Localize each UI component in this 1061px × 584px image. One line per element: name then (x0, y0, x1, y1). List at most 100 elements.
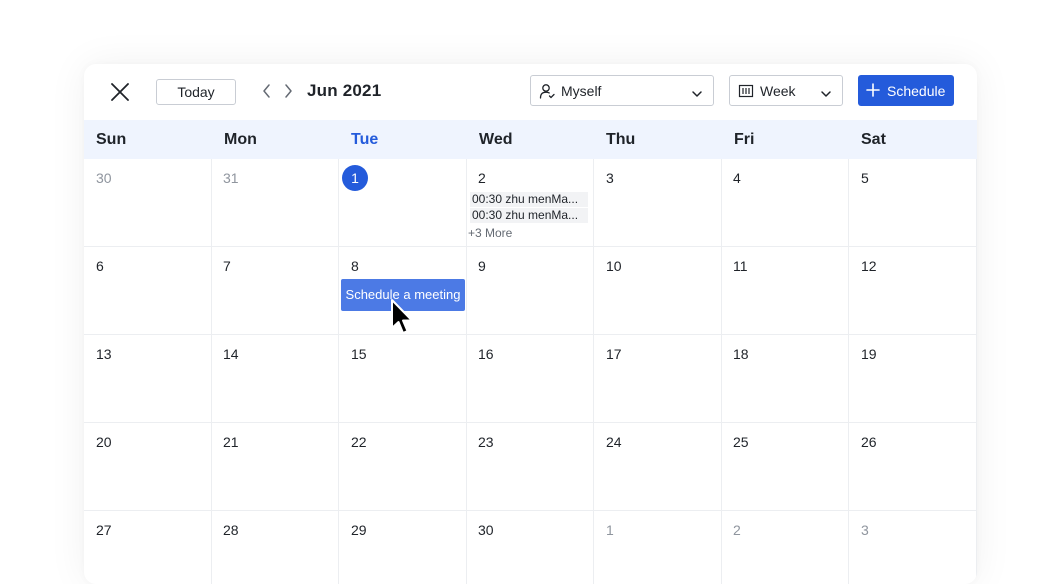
day-number: 27 (96, 522, 112, 538)
weekday-label: Sat (861, 131, 886, 148)
view-select-value: Week (760, 83, 796, 99)
day-number: 22 (351, 434, 367, 450)
day-number: 2 (478, 170, 486, 186)
day-cell[interactable]: 27 (84, 511, 212, 584)
day-cell[interactable]: 23 (466, 423, 594, 511)
today-button[interactable]: Today (156, 79, 236, 105)
day-number: 12 (861, 258, 877, 274)
day-number: 8 (351, 258, 359, 274)
view-select[interactable]: Week (729, 75, 843, 106)
chevron-left-icon[interactable] (260, 82, 274, 100)
day-number: 21 (223, 434, 239, 450)
day-cell[interactable]: 9 (466, 247, 594, 335)
day-cell[interactable]: 15 (339, 335, 467, 423)
day-number: 7 (223, 258, 231, 274)
weekday-label: Fri (734, 131, 755, 148)
day-number: 10 (606, 258, 622, 274)
day-cell[interactable]: 2 (721, 511, 849, 584)
day-cell[interactable]: 17 (594, 335, 722, 423)
day-number: 3 (606, 170, 614, 186)
weekday-header: Sun Mon Tue Wed Thu Fri Sat (84, 120, 977, 159)
day-number: 1 (606, 522, 614, 538)
chevron-down-icon (820, 86, 832, 97)
day-cell[interactable]: 30 (466, 511, 594, 584)
day-cell[interactable]: 20 (84, 423, 212, 511)
day-number: 3 (861, 522, 869, 538)
day-number: 29 (351, 522, 367, 538)
day-number: 2 (733, 522, 741, 538)
day-number: 11 (733, 258, 748, 274)
event-item[interactable]: 00:30 zhu menMa... (470, 192, 588, 207)
today-marker: 1 (342, 165, 368, 191)
day-cell[interactable]: 11 (721, 247, 849, 335)
day-number: 13 (96, 346, 112, 362)
event-item[interactable]: 00:30 zhu menMa... (470, 208, 588, 223)
day-cell[interactable]: 28 (211, 511, 339, 584)
day-cell[interactable]: 16 (466, 335, 594, 423)
day-number: 30 (478, 522, 494, 538)
day-cell[interactable]: 22 (339, 423, 467, 511)
schedule-button-label: Schedule (887, 83, 946, 99)
person-icon (539, 83, 555, 99)
day-cell[interactable]: 13 (84, 335, 212, 423)
day-number: 31 (223, 170, 239, 186)
schedule-button[interactable]: Schedule (858, 75, 954, 106)
chevron-down-icon (691, 86, 703, 97)
day-cell[interactable]: 24 (594, 423, 722, 511)
day-cell[interactable]: 4 (721, 159, 849, 247)
day-cell[interactable]: 30 (84, 159, 212, 247)
day-number: 20 (96, 434, 112, 450)
day-cell[interactable]: 19 (849, 335, 977, 423)
day-number: 28 (223, 522, 239, 538)
day-cell[interactable]: 29 (339, 511, 467, 584)
weekday-label: Sun (96, 131, 127, 148)
day-cell[interactable]: 3 (849, 511, 977, 584)
day-cell[interactable]: 10 (594, 247, 722, 335)
person-select[interactable]: Myself (530, 75, 714, 106)
day-number: 4 (733, 170, 741, 186)
day-cell[interactable]: 6 (84, 247, 212, 335)
weekday-label: Wed (479, 131, 513, 148)
weekday-label-active: Tue (351, 131, 379, 148)
calendar-panel: Today Jun 2021 Myself Week Schedule Sun … (84, 64, 977, 584)
day-number: 25 (733, 434, 749, 450)
day-number: 9 (478, 258, 486, 274)
week-view-icon (738, 83, 754, 99)
day-cell[interactable]: 12 (849, 247, 977, 335)
day-number: 24 (606, 434, 622, 450)
day-number: 23 (478, 434, 494, 450)
weekday-label: Thu (606, 131, 636, 148)
day-number: 16 (478, 346, 494, 362)
day-cell[interactable]: 18 (721, 335, 849, 423)
day-number: 19 (861, 346, 877, 362)
day-cell[interactable]: 25 (721, 423, 849, 511)
day-cell[interactable]: 1 (594, 511, 722, 584)
day-cell[interactable]: 3 (594, 159, 722, 247)
day-number: 14 (223, 346, 239, 362)
plus-icon (866, 83, 880, 97)
day-cell[interactable]: 14 (211, 335, 339, 423)
day-number: 18 (733, 346, 749, 362)
mouse-cursor-icon (390, 298, 416, 342)
app-stage: Today Jun 2021 Myself Week Schedule Sun … (0, 0, 1061, 584)
day-cell[interactable]: 21 (211, 423, 339, 511)
close-icon[interactable] (108, 80, 132, 104)
chevron-right-icon[interactable] (281, 82, 295, 100)
day-cell[interactable]: 2 00:30 zhu menMa... 00:30 zhu menMa... … (466, 159, 594, 247)
day-number: 15 (351, 346, 367, 362)
day-cell[interactable]: 26 (849, 423, 977, 511)
day-number: 6 (96, 258, 104, 274)
weekday-label: Mon (224, 131, 257, 148)
day-number: 17 (606, 346, 622, 362)
person-select-value: Myself (561, 83, 602, 99)
more-events-link[interactable]: +3 More (468, 226, 512, 240)
day-cell[interactable]: 31 (211, 159, 339, 247)
day-cell[interactable]: 7 (211, 247, 339, 335)
calendar-toolbar: Today Jun 2021 Myself Week Schedule (84, 64, 977, 120)
day-number: 30 (96, 170, 112, 186)
day-cell[interactable]: 1 (339, 159, 467, 247)
day-number: 26 (861, 434, 877, 450)
day-cell[interactable]: 5 (849, 159, 977, 247)
day-number: 5 (861, 170, 869, 186)
month-grid: 30 31 1 2 00:30 zhu menMa... 00:30 zhu m… (84, 159, 977, 584)
